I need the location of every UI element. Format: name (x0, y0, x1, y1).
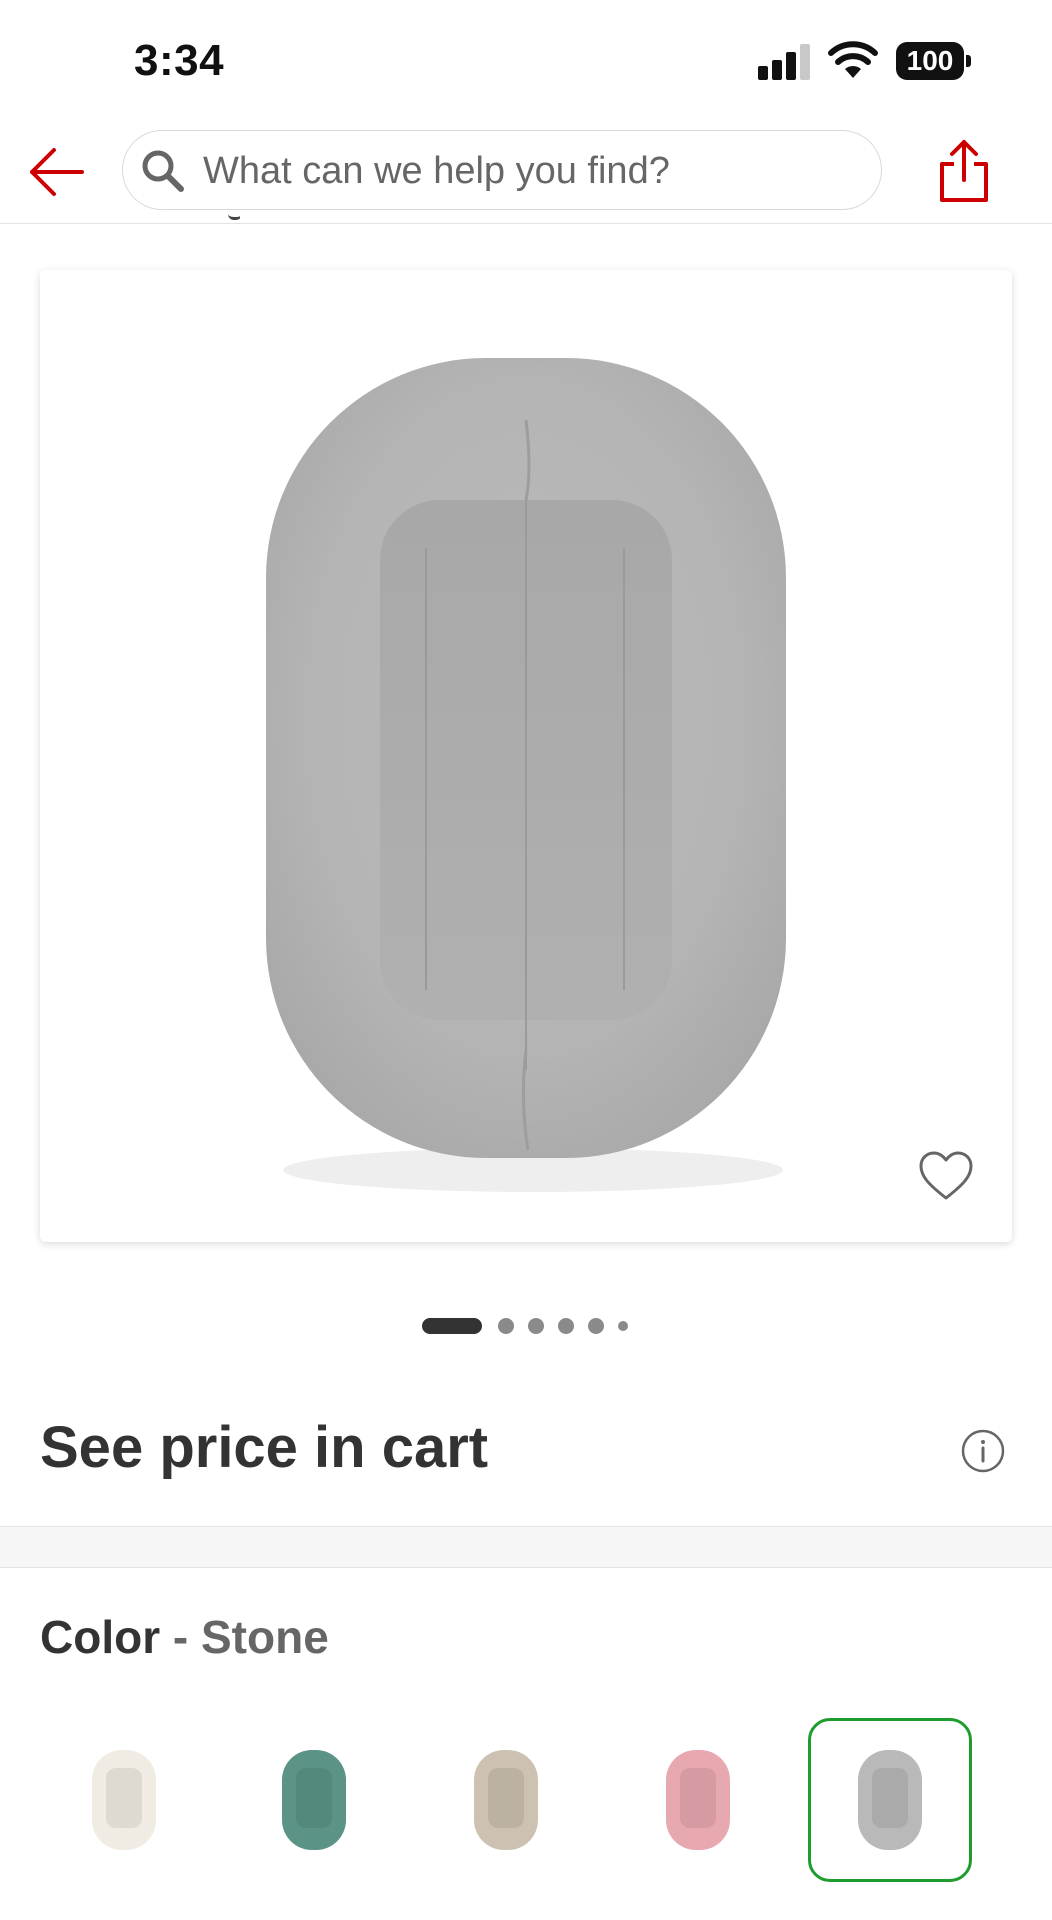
swatch-thumbnail (858, 1750, 922, 1850)
swatch-thumbnail (474, 1750, 538, 1850)
price-text: See price in cart (40, 1415, 489, 1480)
clipped-title-fragment (200, 210, 240, 224)
swatch-thumbnail (666, 1750, 730, 1850)
swatch-thumbnail (282, 1750, 346, 1850)
swatch-teal[interactable] (232, 1718, 396, 1882)
carousel-dot[interactable] (498, 1318, 514, 1334)
wifi-icon (828, 41, 878, 78)
search-input[interactable]: What can we help you find? (122, 130, 882, 210)
status-time: 3:34 (134, 36, 225, 85)
color-heading: Color - Stone (40, 1610, 329, 1664)
search-placeholder: What can we help you find? (203, 150, 670, 192)
swatch-taupe[interactable] (424, 1718, 588, 1882)
product-image-card[interactable] (40, 270, 1012, 1242)
swatch-pink[interactable] (616, 1718, 780, 1882)
swatch-cream[interactable] (42, 1718, 206, 1882)
carousel-dot-active[interactable] (422, 1318, 482, 1334)
share-icon[interactable] (936, 136, 992, 206)
battery-level: 100 (896, 42, 964, 80)
section-divider (0, 1526, 1052, 1568)
arrow-left-icon[interactable] (26, 144, 86, 200)
info-icon[interactable] (960, 1428, 1006, 1474)
color-label: Color (40, 1611, 161, 1663)
carousel-dot[interactable] (528, 1318, 544, 1334)
carousel-dot[interactable] (588, 1318, 604, 1334)
color-separator: - (172, 1611, 189, 1663)
color-selected-value: Stone (201, 1611, 329, 1663)
product-image (40, 270, 1012, 1242)
heart-icon[interactable] (918, 1150, 974, 1202)
swatch-thumbnail (92, 1750, 156, 1850)
carousel-dot[interactable] (558, 1318, 574, 1334)
cellular-signal-icon (758, 44, 810, 80)
status-bar: 3:34 100 (0, 0, 1052, 120)
search-icon (142, 150, 184, 192)
carousel-dot[interactable] (618, 1321, 628, 1331)
header: What can we help you find? (0, 120, 1052, 224)
battery-icon: 100 (896, 42, 972, 80)
color-swatches (0, 1718, 1052, 1888)
swatch-stone[interactable] (808, 1718, 972, 1882)
